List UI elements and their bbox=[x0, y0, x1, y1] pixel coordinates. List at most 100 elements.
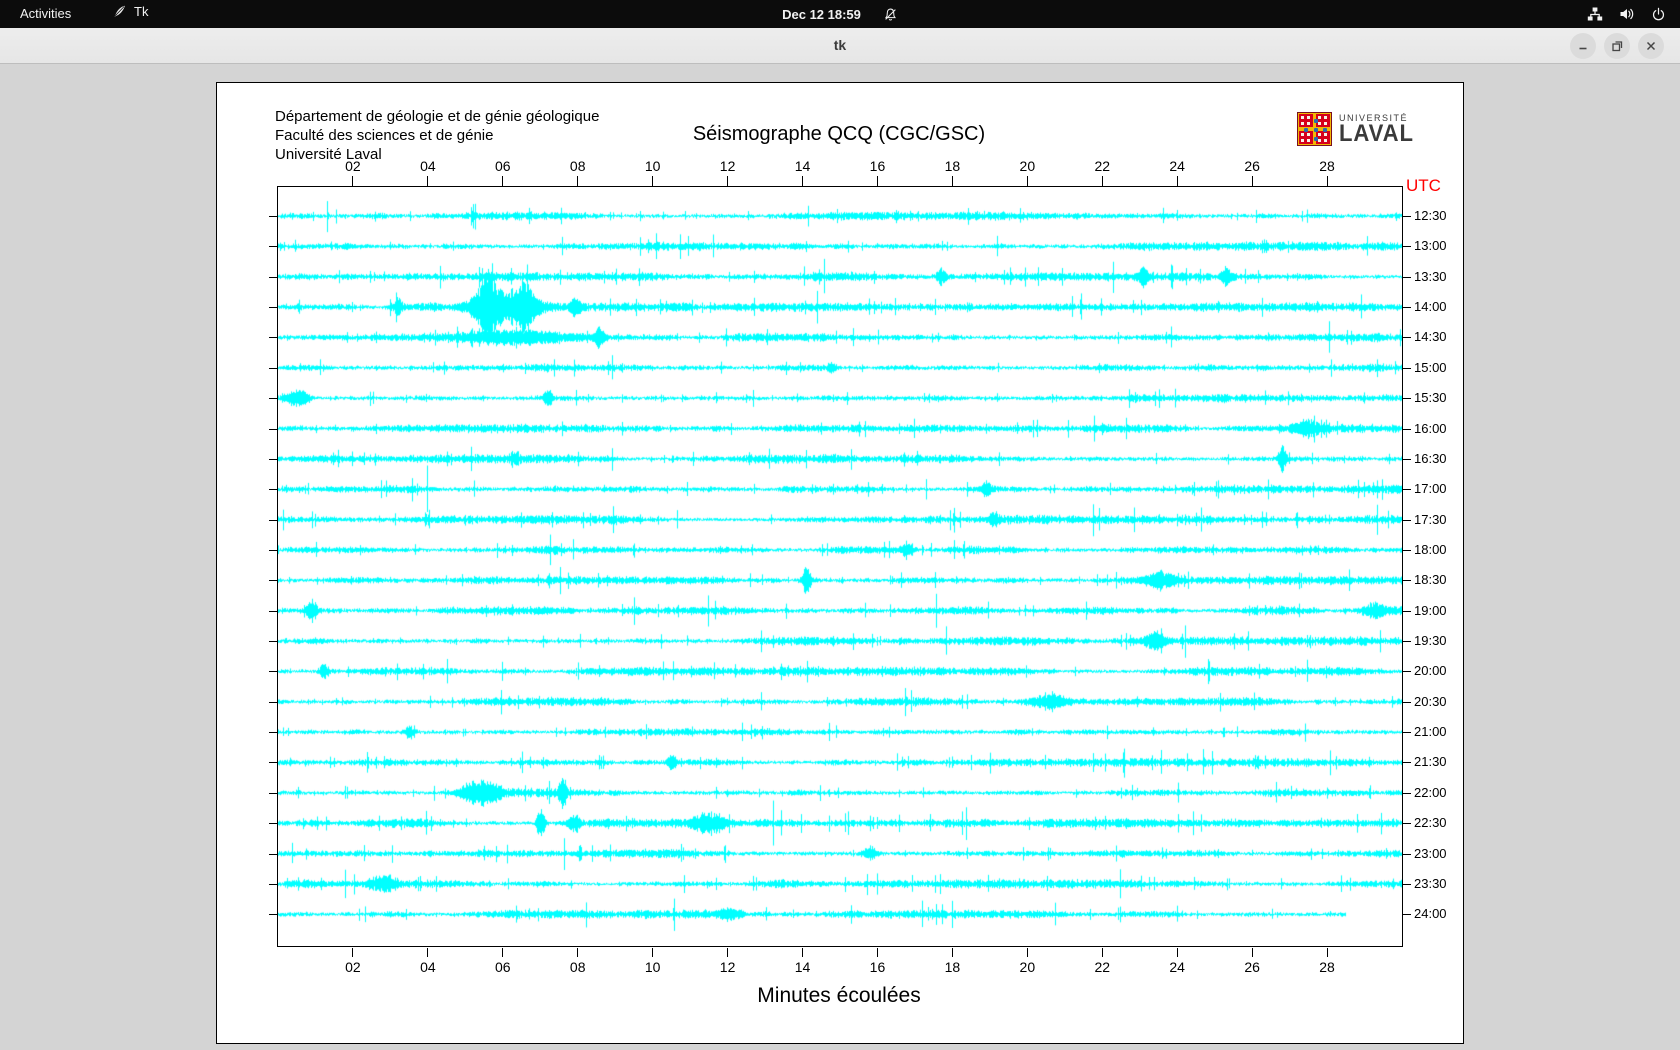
top-axis-tick bbox=[1251, 176, 1253, 186]
top-axis-label: 16 bbox=[869, 158, 886, 174]
right-row-tick bbox=[1403, 337, 1411, 339]
top-axis-label: 28 bbox=[1319, 158, 1335, 174]
left-row-tick bbox=[269, 549, 277, 551]
bottom-axis-tick bbox=[352, 948, 354, 957]
right-row-tick bbox=[1403, 276, 1411, 278]
bottom-axis-label: 02 bbox=[345, 959, 361, 975]
top-axis-label: 24 bbox=[1169, 158, 1185, 174]
bottom-axis-tick bbox=[727, 948, 729, 957]
row-time-label: 14:30 bbox=[1414, 329, 1447, 345]
row-time-label: 14:00 bbox=[1414, 299, 1447, 315]
left-row-tick bbox=[269, 519, 277, 521]
row-time-label: 16:00 bbox=[1414, 420, 1447, 436]
top-bar: Activities Tk Dec 12 18:59 bbox=[0, 0, 1680, 28]
utc-label: UTC bbox=[1406, 176, 1441, 195]
left-row-tick bbox=[269, 701, 277, 703]
left-row-tick bbox=[269, 489, 277, 491]
left-row-tick bbox=[269, 641, 277, 643]
right-row-tick bbox=[1403, 823, 1411, 825]
row-time-label: 16:30 bbox=[1414, 450, 1447, 466]
bottom-axis-label: 16 bbox=[869, 959, 886, 975]
row-time-label: 17:00 bbox=[1414, 481, 1447, 497]
right-row-tick bbox=[1403, 883, 1411, 885]
bottom-axis-tick bbox=[427, 948, 429, 957]
right-row-tick bbox=[1403, 762, 1411, 764]
left-row-tick bbox=[269, 276, 277, 278]
right-row-tick bbox=[1403, 428, 1411, 430]
row-time-label: 23:00 bbox=[1414, 845, 1447, 861]
system-tray[interactable] bbox=[1587, 0, 1666, 28]
close-button[interactable] bbox=[1638, 33, 1664, 59]
right-row-tick bbox=[1403, 367, 1411, 369]
top-axis-label: 04 bbox=[420, 158, 436, 174]
row-time-label: 18:00 bbox=[1414, 541, 1447, 557]
desktop-background: Département de géologie et de génie géol… bbox=[0, 64, 1680, 1050]
left-row-tick bbox=[269, 762, 277, 764]
left-row-tick bbox=[269, 610, 277, 612]
row-time-label: 17:30 bbox=[1414, 511, 1447, 527]
left-row-tick bbox=[269, 398, 277, 400]
power-icon bbox=[1651, 7, 1666, 22]
right-row-tick bbox=[1403, 216, 1411, 217]
bottom-axis-label: 04 bbox=[420, 959, 436, 975]
row-time-label: 15:30 bbox=[1414, 390, 1447, 406]
right-row-tick bbox=[1403, 246, 1411, 248]
top-axis-tick bbox=[727, 176, 729, 186]
top-axis-label: 12 bbox=[719, 158, 736, 174]
bottom-axis-tick bbox=[1326, 948, 1328, 957]
left-row-tick bbox=[269, 246, 277, 248]
top-axis-tick bbox=[427, 176, 429, 186]
row-time-label: 21:00 bbox=[1414, 724, 1447, 740]
left-row-tick bbox=[269, 307, 277, 309]
bottom-axis-label: 14 bbox=[794, 959, 811, 975]
right-row-tick bbox=[1403, 489, 1411, 491]
top-axis-tick bbox=[1176, 176, 1178, 186]
top-axis-tick bbox=[352, 176, 354, 186]
bottom-axis-tick bbox=[652, 948, 654, 957]
top-axis-label: 18 bbox=[944, 158, 961, 174]
left-row-tick bbox=[269, 580, 277, 582]
left-row-tick bbox=[269, 853, 277, 855]
volume-icon bbox=[1619, 6, 1635, 22]
plot-area: UTC Minutes écoulées 02 02 04 04 06 06 08 08 10 1… bbox=[217, 83, 1465, 1045]
left-row-tick bbox=[269, 367, 277, 369]
row-time-label: 13:30 bbox=[1414, 268, 1447, 284]
row-time-label: 20:30 bbox=[1414, 693, 1447, 709]
row-time-label: 21:30 bbox=[1414, 754, 1447, 770]
bottom-axis-label: 18 bbox=[944, 959, 961, 975]
bottom-axis-label: 26 bbox=[1244, 959, 1260, 975]
seismogram-canvas bbox=[278, 187, 1402, 946]
bottom-axis-tick bbox=[1176, 948, 1178, 957]
bottom-axis-tick bbox=[577, 948, 579, 957]
window-title: tk bbox=[833, 37, 847, 53]
right-row-tick bbox=[1403, 307, 1411, 309]
right-row-tick bbox=[1403, 671, 1411, 673]
left-row-tick bbox=[269, 428, 277, 430]
app-canvas: Département de géologie et de génie géol… bbox=[216, 82, 1464, 1044]
top-axis-label: 20 bbox=[1019, 158, 1036, 174]
row-time-label: 18:30 bbox=[1414, 572, 1447, 588]
right-row-tick bbox=[1403, 610, 1411, 612]
title-bar: tk bbox=[0, 28, 1680, 64]
right-row-tick bbox=[1403, 519, 1411, 521]
right-row-tick bbox=[1403, 792, 1411, 794]
clock-area[interactable]: Dec 12 18:59 bbox=[0, 0, 1680, 28]
minimize-button[interactable] bbox=[1570, 33, 1596, 59]
maximize-button[interactable] bbox=[1604, 33, 1630, 59]
bottom-axis-tick bbox=[951, 948, 953, 957]
top-axis-label: 08 bbox=[569, 158, 586, 174]
bottom-axis-tick bbox=[876, 948, 878, 957]
clock-label: Dec 12 18:59 bbox=[782, 6, 861, 22]
top-axis-label: 26 bbox=[1244, 158, 1260, 174]
row-time-label: 19:00 bbox=[1414, 602, 1447, 618]
left-row-tick bbox=[269, 671, 277, 673]
bottom-axis-label: 06 bbox=[495, 959, 511, 975]
bottom-axis-label: 08 bbox=[569, 959, 586, 975]
bottom-axis-tick bbox=[1251, 948, 1253, 957]
right-row-tick bbox=[1403, 732, 1411, 734]
top-axis-tick bbox=[1326, 176, 1328, 186]
right-row-tick bbox=[1403, 458, 1411, 460]
bottom-axis-tick bbox=[502, 948, 504, 957]
right-row-tick bbox=[1403, 549, 1411, 551]
left-row-tick bbox=[269, 337, 277, 339]
